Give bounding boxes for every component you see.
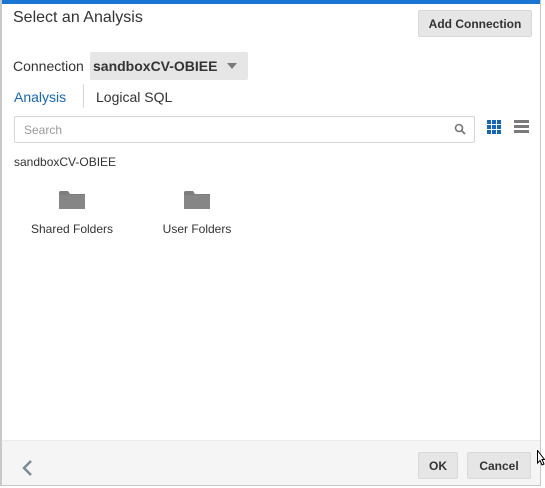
search-icon[interactable] xyxy=(454,123,466,135)
grid-view-icon[interactable] xyxy=(487,120,501,134)
select-analysis-dialog: Select an Analysis Add Connection Connec… xyxy=(0,0,541,486)
dialog-accent-bar xyxy=(2,0,540,4)
tab-logical-sql[interactable]: Logical SQL xyxy=(96,89,172,105)
folder-label: Shared Folders xyxy=(30,222,114,236)
list-view-icon[interactable] xyxy=(514,120,529,134)
folder-user-folders[interactable]: User Folders xyxy=(142,190,252,236)
tab-analysis[interactable]: Analysis xyxy=(14,89,66,105)
search-box xyxy=(14,116,475,143)
dialog-title: Select an Analysis xyxy=(13,9,143,26)
tab-divider xyxy=(83,84,84,108)
cancel-button[interactable]: Cancel xyxy=(467,452,531,479)
folder-label: User Folders xyxy=(162,222,232,236)
connection-label: Connection xyxy=(13,58,84,74)
folder-icon xyxy=(59,191,85,209)
ok-button[interactable]: OK xyxy=(418,452,458,479)
search-input[interactable] xyxy=(15,117,445,142)
folder-icon xyxy=(184,191,210,209)
breadcrumb: sandboxCV-OBIEE xyxy=(14,155,117,169)
add-connection-button[interactable]: Add Connection xyxy=(418,10,532,37)
folder-shared-folders[interactable]: Shared Folders xyxy=(17,190,127,236)
dialog-footer xyxy=(2,440,540,485)
chevron-down-icon xyxy=(227,63,237,69)
chevron-left-icon[interactable] xyxy=(20,459,34,477)
connection-selected-value: sandboxCV-OBIEE xyxy=(93,58,218,74)
mouse-cursor-icon xyxy=(537,450,545,466)
connection-select[interactable]: sandboxCV-OBIEE xyxy=(90,52,248,80)
